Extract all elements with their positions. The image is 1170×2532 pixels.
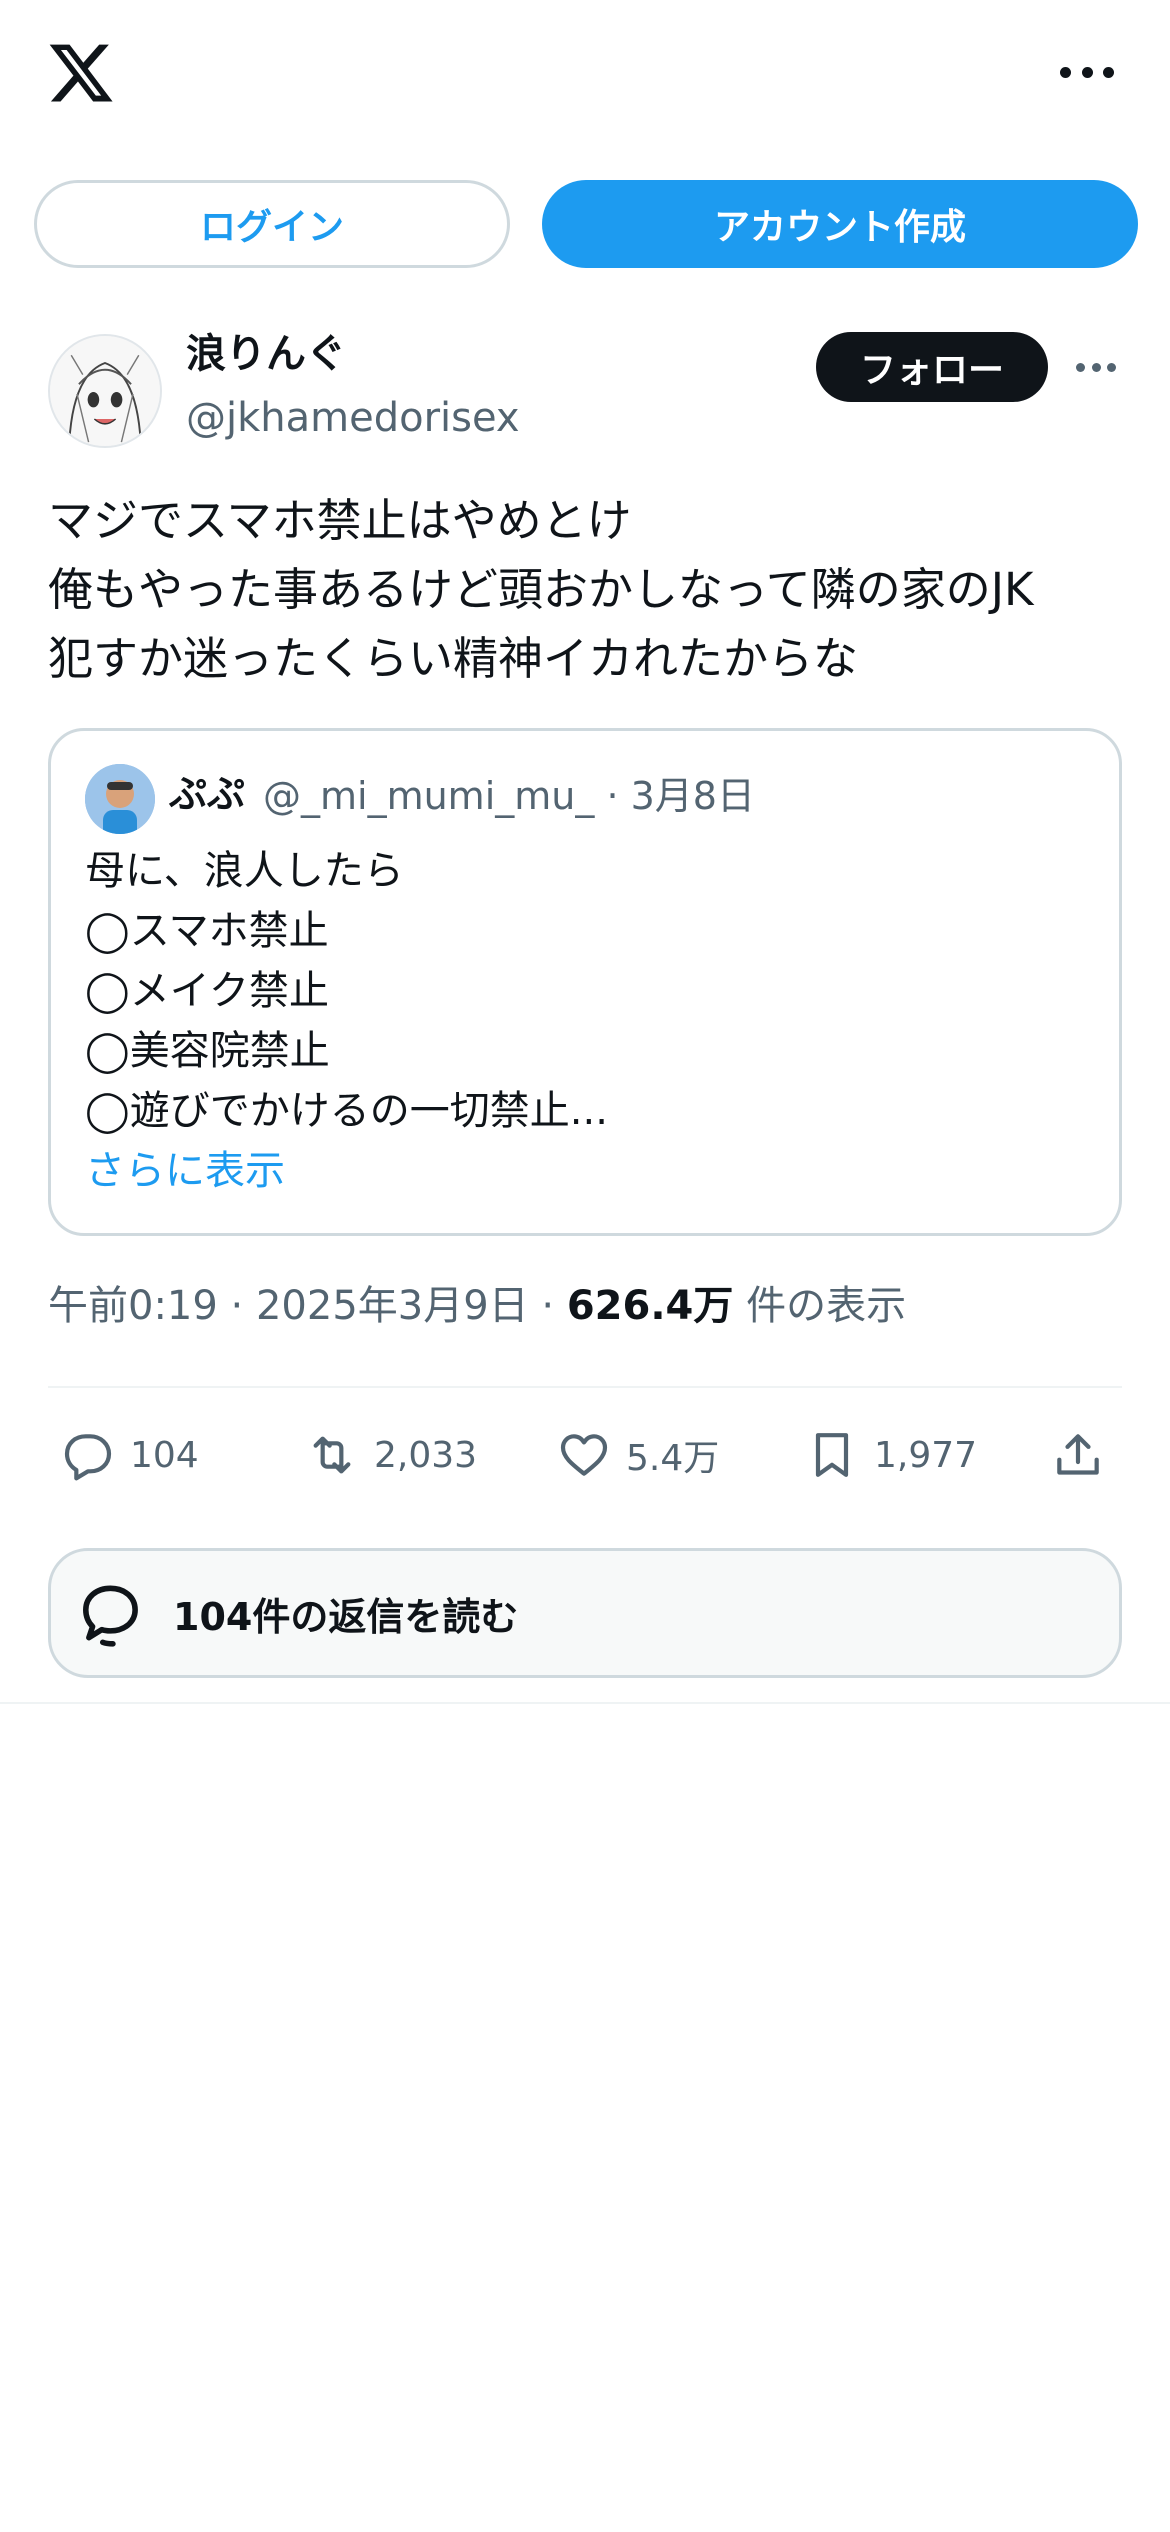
tweet-more-icon[interactable] — [1076, 360, 1116, 374]
retweet-count: 2,033 — [374, 1434, 478, 1476]
retweet-button[interactable]: 2,033 — [304, 1418, 477, 1492]
quote-author-meta: @_mi_mumi_mu_ · 3月8日 — [263, 771, 755, 821]
share-icon — [1057, 1434, 1099, 1475]
replies-bubble-icon — [83, 1585, 138, 1647]
reply-button[interactable]: 104 — [60, 1418, 199, 1492]
separator: · — [606, 774, 631, 818]
quoted-tweet[interactable]: ぷぷ @_mi_mumi_mu_ · 3月8日 母に、浪人したら ◯スマホ禁止 … — [48, 728, 1122, 1236]
author-handle[interactable]: @jkhamedorisex — [186, 390, 520, 446]
login-button[interactable]: ログイン — [34, 180, 510, 268]
quote-date: 3月8日 — [630, 774, 755, 818]
divider — [48, 1386, 1122, 1388]
separator: · — [541, 1283, 567, 1329]
read-replies-label: 104件の返信を読む — [173, 1594, 519, 1639]
author-name[interactable]: 浪りんぐ — [186, 326, 346, 382]
retweet-icon — [313, 1436, 351, 1474]
tweet-time[interactable]: 午前0:19 — [48, 1283, 218, 1329]
read-replies-button[interactable]: 104件の返信を読む — [48, 1548, 1122, 1678]
separator: · — [230, 1283, 256, 1329]
x-logo-icon[interactable] — [46, 38, 116, 108]
views-label: 件の表示 — [746, 1283, 907, 1329]
like-icon — [560, 1434, 608, 1476]
like-button[interactable]: 5.4万 — [556, 1418, 719, 1492]
quote-text: 母に、浪人したら ◯スマホ禁止 ◯メイク禁止 ◯美容院禁止 ◯遊びでかけるの一切… — [85, 848, 608, 1134]
quote-author-avatar — [85, 764, 155, 834]
more-options-icon[interactable] — [1060, 62, 1114, 82]
bookmark-icon — [815, 1433, 849, 1477]
tweet-meta: 午前0:19 · 2025年3月9日 · 626.4万 件の表示 — [48, 1278, 906, 1334]
signup-button[interactable]: アカウント作成 — [542, 180, 1138, 268]
views-count: 626.4万 — [566, 1283, 734, 1329]
bookmark-count: 1,977 — [874, 1434, 978, 1476]
quote-author-handle: @_mi_mumi_mu_ — [263, 774, 595, 818]
divider — [0, 1702, 1170, 1704]
reply-count: 104 — [130, 1434, 199, 1476]
tweet-date[interactable]: 2025年3月9日 — [256, 1283, 529, 1329]
quote-author-name: ぷぷ — [169, 772, 246, 816]
tweet-text: マジでスマホ禁止はやめとけ 俺もやった事あるけど頭おかしなって隣の家のJK 犯す… — [48, 494, 1034, 685]
author-avatar[interactable] — [48, 334, 162, 448]
share-button[interactable] — [1050, 1418, 1120, 1492]
bookmark-button[interactable]: 1,977 — [804, 1418, 977, 1492]
follow-button[interactable]: フォロー — [816, 332, 1048, 402]
reply-icon — [64, 1434, 112, 1481]
show-more-link[interactable]: さらに表示 — [85, 1143, 285, 1199]
like-count: 5.4万 — [626, 1438, 720, 1479]
